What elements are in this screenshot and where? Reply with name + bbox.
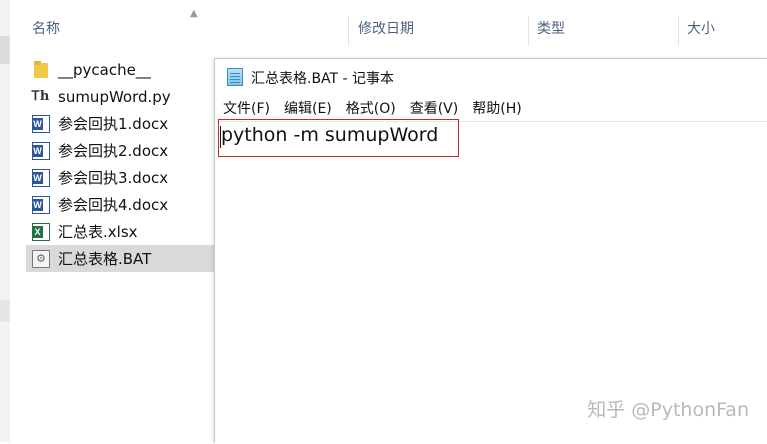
column-divider[interactable] [678,16,679,46]
column-divider[interactable] [528,16,529,46]
window-title: 汇总表格.BAT - 记事本 [251,71,395,87]
word-doc-icon: W [32,114,50,133]
column-divider[interactable] [348,16,349,46]
sort-up-icon: ▲ [190,8,198,19]
python-file-icon: Ꭲh [32,88,50,104]
list-item-selected[interactable]: 汇总表格.BAT [26,245,216,272]
menu-format[interactable]: 格式(O) [338,97,396,121]
list-item[interactable]: W 参会回执3.docx [26,164,216,191]
menu-edit[interactable]: 编辑(E) [276,97,332,121]
menu-help[interactable]: 帮助(H) [464,97,521,121]
editor-content: python -m sumupWord [221,124,439,146]
batch-file-icon [32,249,50,268]
menu-bar: 文件(F) 编辑(E) 格式(O) 查看(V) 帮助(H) [215,97,767,121]
notepad-window: 汇总表格.BAT - 记事本 文件(F) 编辑(E) 格式(O) 查看(V) 帮… [214,58,767,444]
watermark: 知乎 @PythonFan [587,399,749,421]
folder-icon [32,60,50,79]
excel-file-icon: X [32,222,50,241]
file-name: 参会回执3.docx [58,169,169,187]
list-item[interactable]: W 参会回执4.docx [26,191,216,218]
file-name: 参会回执2.docx [58,142,169,160]
column-date-modified[interactable]: 修改日期 [358,18,414,38]
notepad-icon [227,68,243,86]
nav-highlight [0,300,10,322]
list-item[interactable]: W 参会回执1.docx [26,110,216,137]
file-name: 汇总表格.BAT [58,250,152,268]
column-type[interactable]: 类型 [537,18,565,38]
file-list: __pycache__ Ꭲh sumupWord.py W 参会回执1.docx… [26,56,216,272]
list-item[interactable]: W 参会回执2.docx [26,137,216,164]
navigation-pane-edge[interactable] [0,0,10,442]
word-doc-icon: W [32,141,50,160]
column-header: ▲ 名称 修改日期 类型 大小 [10,0,767,58]
file-name: sumupWord.py [58,87,171,106]
list-item[interactable]: Ꭲh sumupWord.py [26,83,216,110]
word-doc-icon: W [32,195,50,214]
word-doc-icon: W [32,168,50,187]
list-item[interactable]: X 汇总表.xlsx [26,218,216,245]
notepad-title-bar[interactable]: 汇总表格.BAT - 记事本 [215,59,767,95]
menu-file[interactable]: 文件(F) [215,97,270,121]
menu-view[interactable]: 查看(V) [402,97,459,121]
file-name: 参会回执1.docx [58,115,169,133]
nav-scroll-thumb[interactable] [0,36,10,64]
file-name: 参会回执4.docx [58,196,169,214]
file-name: __pycache__ [58,60,151,79]
column-name[interactable]: 名称 [32,18,60,38]
file-name: 汇总表.xlsx [58,223,138,241]
column-size[interactable]: 大小 [687,18,715,38]
list-item[interactable]: __pycache__ [26,56,216,83]
